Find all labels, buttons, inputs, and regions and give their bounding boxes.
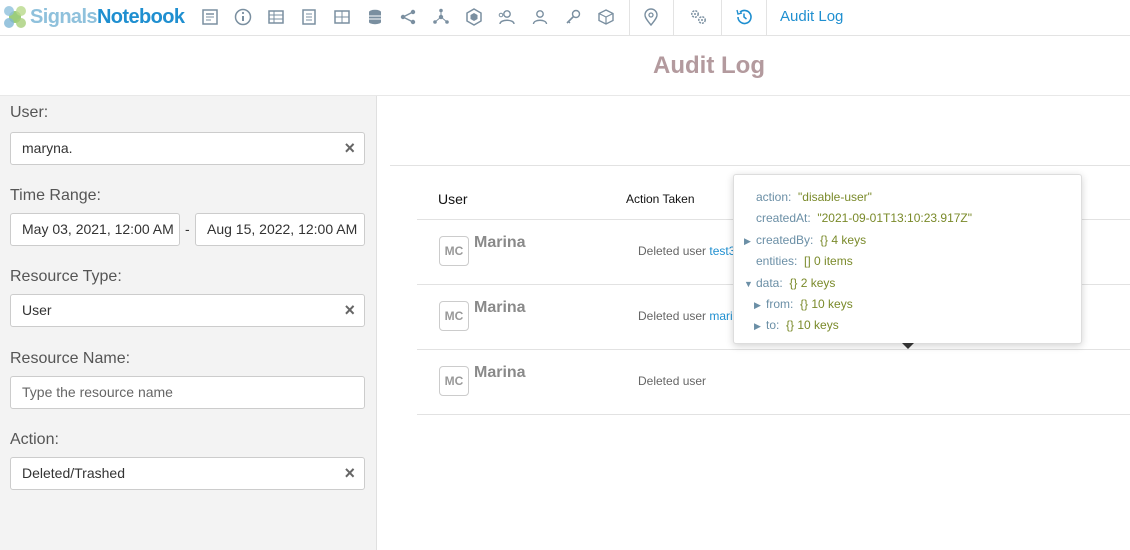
time-range-label: Time Range:	[10, 187, 101, 204]
action-filter-value: Deleted/Trashed	[22, 465, 125, 481]
popover-pointer	[902, 343, 914, 349]
notebook-icon[interactable]	[200, 7, 220, 27]
collapse-arrow-icon: ▼	[744, 279, 753, 289]
user-name: Marina	[474, 364, 526, 381]
user-icon[interactable]	[530, 7, 550, 27]
hexagon-icon[interactable]	[464, 7, 484, 27]
json-row-created-by[interactable]: ▶ createdBy: {} 4 keys	[744, 233, 866, 247]
history-icon[interactable]	[734, 7, 754, 27]
resource-type-value: User	[22, 302, 52, 318]
settings-gears-icon[interactable]	[688, 7, 708, 27]
table-icon[interactable]	[266, 7, 286, 27]
avatar: MC	[439, 301, 469, 331]
network-icon[interactable]	[431, 7, 451, 27]
json-row-to[interactable]: ▶ to: {} 10 keys	[754, 318, 839, 332]
avatar: MC	[439, 366, 469, 396]
page-title: Audit Log	[653, 52, 765, 79]
location-pin-icon[interactable]	[641, 7, 661, 27]
user-filter-label: User:	[10, 104, 49, 121]
resource-type-label: Resource Type:	[10, 268, 122, 285]
clear-user-icon[interactable]: ×	[344, 133, 355, 164]
row-divider	[417, 414, 1130, 415]
json-row-data[interactable]: ▼ data: {} 2 keys	[744, 276, 835, 290]
clear-resource-type-icon[interactable]: ×	[344, 295, 355, 326]
filter-sidebar: User: maryna. × Time Range: May 03, 2021…	[0, 96, 377, 550]
info-icon[interactable]	[233, 7, 253, 27]
key-icon[interactable]	[563, 7, 583, 27]
app-logo[interactable]: SignalsNotebook	[0, 2, 185, 32]
toolbar-divider	[721, 0, 722, 36]
table-row[interactable]: MC Marina Deleted user	[417, 349, 1130, 414]
clear-action-icon[interactable]: ×	[344, 458, 355, 489]
action-taken: Deleted user test3	[638, 244, 736, 258]
json-row-created-at: createdAt: "2021-09-01T13:10:23.917Z"	[756, 211, 973, 225]
logo-mark-icon	[4, 6, 26, 28]
json-row-entities: entities: [] 0 items	[756, 254, 853, 268]
results-divider	[390, 165, 1130, 166]
expand-arrow-icon: ▶	[754, 300, 761, 310]
resource-type-select[interactable]: User ×	[10, 294, 365, 327]
user-filter-input[interactable]: maryna. ×	[10, 132, 365, 165]
json-row-action: action: "disable-user"	[756, 190, 872, 204]
breadcrumb-audit-log[interactable]: Audit Log	[780, 8, 843, 25]
action-filter-label: Action:	[10, 431, 59, 448]
user-filter-value: maryna.	[22, 140, 73, 156]
change-details-popover: action: "disable-user" createdAt: "2021-…	[733, 174, 1082, 349]
expand-arrow-icon: ▶	[744, 236, 751, 246]
resource-link[interactable]: mari	[709, 309, 732, 323]
resource-name-input[interactable]: Type the resource name	[10, 376, 365, 409]
resource-name-label: Resource Name:	[10, 350, 131, 367]
toolbar-divider	[629, 0, 630, 36]
expand-arrow-icon: ▶	[754, 321, 761, 331]
resource-link[interactable]: test3	[709, 244, 735, 258]
user-name: Marina	[474, 299, 526, 316]
action-taken: Deleted user	[638, 374, 707, 388]
toolbar-divider	[673, 0, 674, 36]
time-range-from-input[interactable]: May 03, 2021, 12:00 AM	[10, 213, 180, 246]
grid-icon[interactable]	[332, 7, 352, 27]
column-header-user[interactable]: User	[438, 191, 468, 207]
database-icon[interactable]	[365, 7, 385, 27]
toolbar-divider	[766, 0, 767, 36]
time-range-separator: -	[185, 221, 190, 237]
document-icon[interactable]	[299, 7, 319, 27]
top-navigation-bar: SignalsNotebook Audit Log	[0, 0, 1130, 36]
logo-text: SignalsNotebook	[30, 6, 185, 28]
group-icon[interactable]	[497, 7, 517, 27]
action-filter-select[interactable]: Deleted/Trashed ×	[10, 457, 365, 490]
share-icon[interactable]	[398, 7, 418, 27]
json-row-from[interactable]: ▶ from: {} 10 keys	[754, 297, 853, 311]
time-range-to-input[interactable]: Aug 15, 2022, 12:00 AM	[195, 213, 365, 246]
cube-icon[interactable]	[596, 7, 616, 27]
avatar: MC	[439, 236, 469, 266]
column-header-action[interactable]: Action Taken	[626, 192, 695, 206]
action-taken: Deleted user mari	[638, 309, 733, 323]
user-name: Marina	[474, 234, 526, 251]
